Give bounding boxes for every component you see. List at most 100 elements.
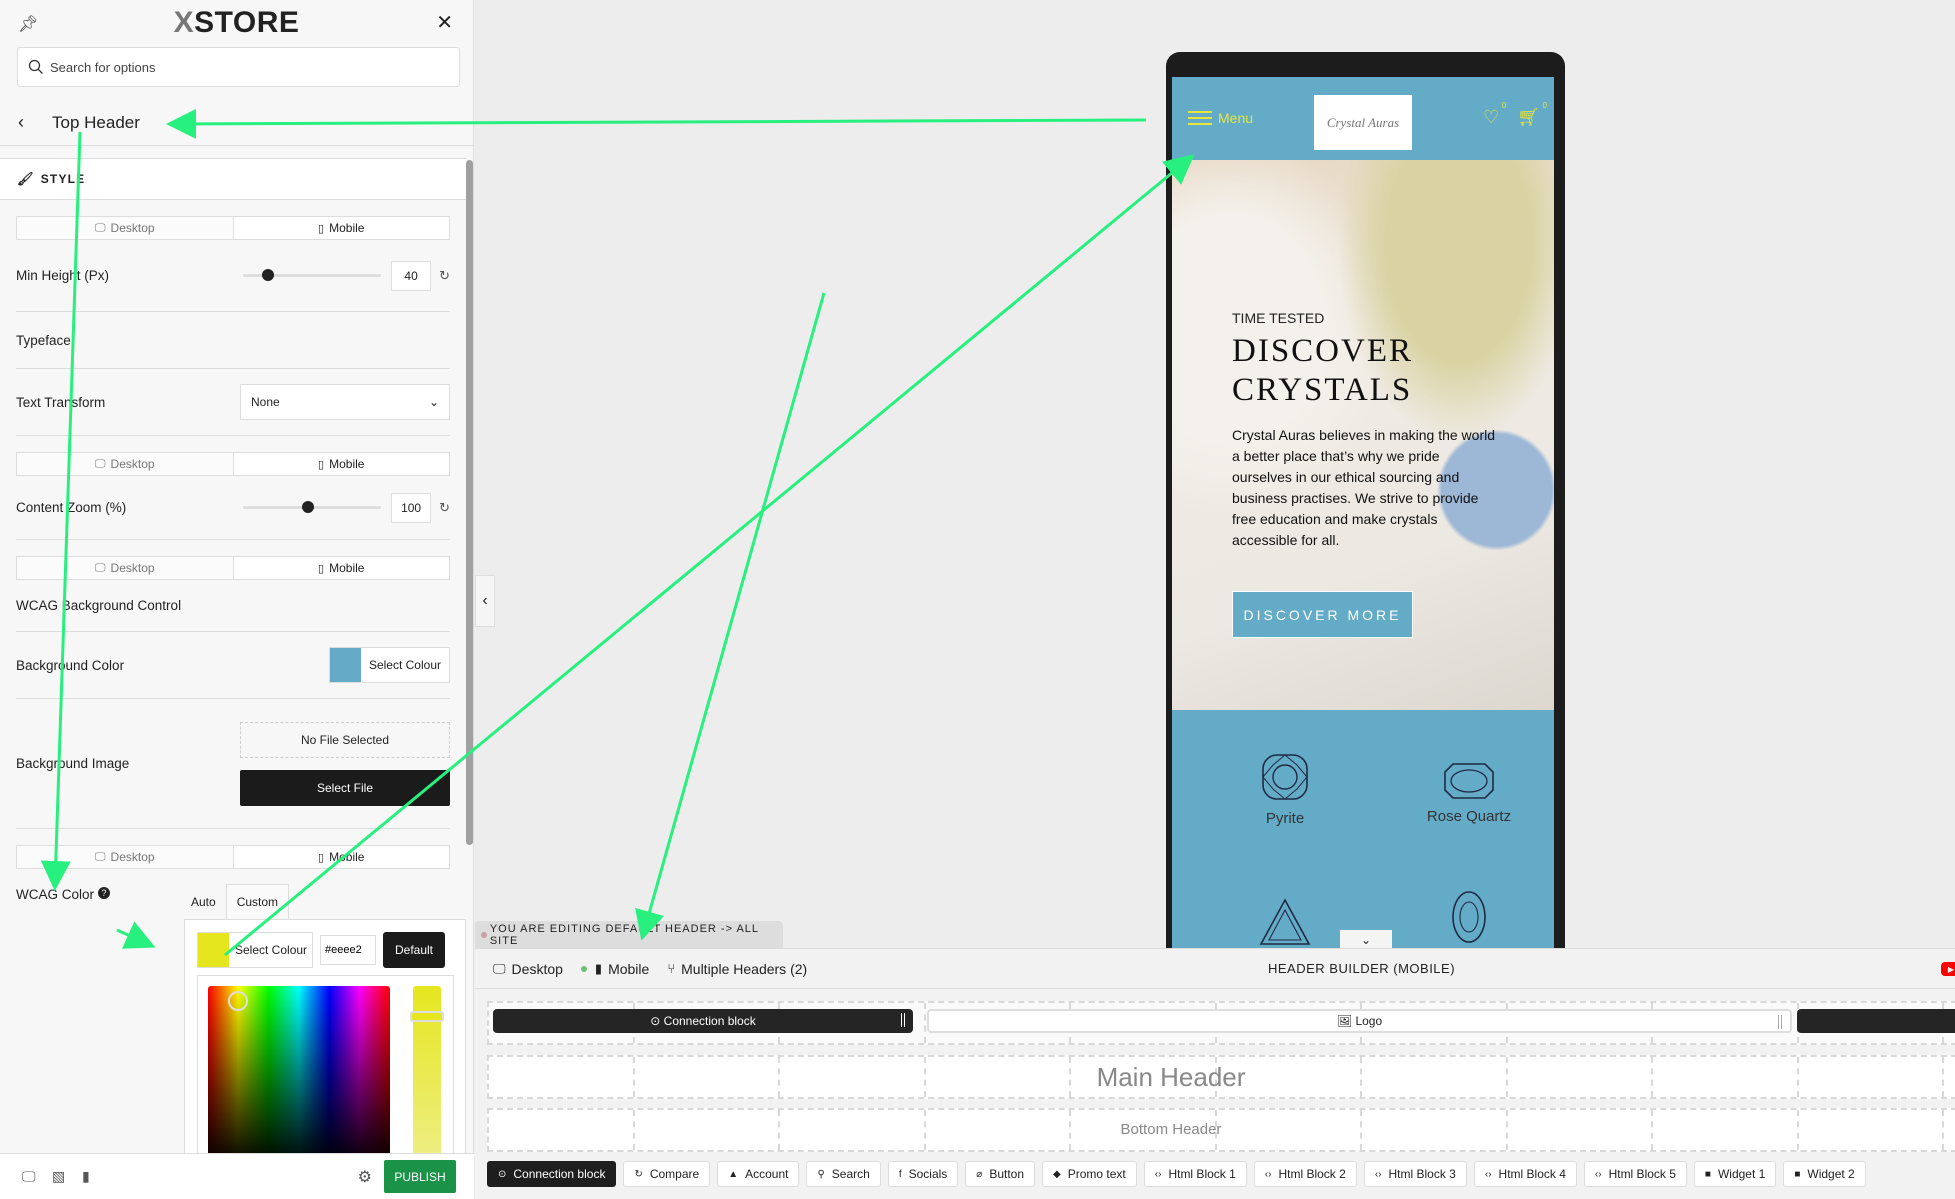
tab-mobile-label: Mobile: [329, 561, 365, 575]
slider-knob[interactable]: [261, 269, 274, 281]
tab-mobile[interactable]: ▯ Mobile: [234, 217, 450, 239]
element-label: Search: [831, 1167, 870, 1181]
menu-button[interactable]: Menu: [1188, 107, 1253, 129]
tab-mobile[interactable]: ▯ Mobile: [234, 453, 450, 475]
drag-handle[interactable]: [901, 1013, 905, 1027]
element-connection-block[interactable]: ⊙ Connection block: [487, 1161, 617, 1187]
discover-more-button[interactable]: DISCOVER MORE: [1232, 591, 1413, 638]
publish-button[interactable]: PUBLISH: [384, 1160, 456, 1193]
element-widget-1[interactable]: ■ Widget 1: [1693, 1161, 1777, 1187]
element-html-block-5[interactable]: ‹› Html Block 5: [1583, 1161, 1687, 1187]
saturation-area[interactable]: [208, 986, 390, 1154]
panel-scrollbar[interactable]: [466, 160, 473, 845]
saturation-handle[interactable]: [228, 991, 248, 1011]
hero-banner: TIME TESTED DISCOVER CRYSTALS Crystal Aur…: [1172, 160, 1554, 710]
main-header-row[interactable]: Main Header: [487, 1055, 1955, 1099]
desktop-icon: 🖵︎: [94, 221, 106, 234]
cart-icon[interactable]: 🛒︎ 0: [1517, 101, 1547, 128]
connection-block[interactable]: ⊙ Connection block: [493, 1009, 913, 1033]
connection-icon: ⊙: [650, 1014, 664, 1028]
youtube-icon[interactable]: ▶: [1941, 962, 1955, 976]
wcag-color-row: WCAG Color? Auto Custom Select Colour De…: [16, 869, 466, 1154]
crystal-item-rose-quartz[interactable]: Rose Quartz: [1414, 762, 1524, 825]
mobile-preview-icon[interactable]: ▮: [82, 1168, 98, 1185]
bg-color-button[interactable]: Select Colour: [328, 647, 450, 683]
tab-desktop[interactable]: 🖵︎ Desktop: [17, 846, 234, 868]
element-search[interactable]: ⚲ Search: [806, 1161, 881, 1187]
style-heading: 🖌︎ STYLE: [0, 158, 466, 200]
builder-tab-desktop-label: Desktop: [511, 960, 563, 977]
crystal-item[interactable]: [1424, 890, 1514, 952]
element-html-block-1[interactable]: ‹› Html Block 1: [1143, 1161, 1247, 1187]
tab-desktop[interactable]: 🖵︎ Desktop: [17, 453, 234, 475]
element-account[interactable]: ▲ Account: [717, 1161, 800, 1187]
tablet-preview-icon[interactable]: ▧: [52, 1168, 68, 1185]
drag-handle[interactable]: [1778, 1015, 1782, 1029]
help-icon[interactable]: ?: [98, 887, 111, 899]
tab-desktop-label: Desktop: [110, 850, 155, 864]
min-height-value[interactable]: 40: [391, 260, 432, 291]
element-html-block-2[interactable]: ‹› Html Block 2: [1253, 1161, 1357, 1187]
element-widget-2[interactable]: ■ Widget 2: [1783, 1161, 1866, 1187]
search-input[interactable]: [50, 59, 430, 75]
wcag-color-button[interactable]: Select Colour: [197, 932, 313, 968]
element-html-block-3[interactable]: ‹› Html Block 3: [1363, 1161, 1467, 1187]
tab-custom[interactable]: Custom: [225, 884, 290, 919]
logo-block[interactable]: 🖼︎ Logo: [927, 1009, 1792, 1033]
hex-input[interactable]: [320, 935, 376, 965]
megaphone-icon: ◆: [1053, 1168, 1061, 1180]
element-html-block-4[interactable]: ‹› Html Block 4: [1473, 1161, 1577, 1187]
search-field[interactable]: [17, 47, 460, 87]
tab-mobile[interactable]: ▯ Mobile: [234, 557, 450, 579]
element-compare[interactable]: ↻ Compare: [623, 1161, 711, 1187]
element-button[interactable]: ⌀ Button: [965, 1161, 1036, 1187]
desktop-preview-icon[interactable]: 🖵︎: [22, 1168, 38, 1185]
content-zoom-value[interactable]: 100: [391, 492, 432, 523]
select-file-button[interactable]: Select File: [240, 769, 450, 806]
reset-icon[interactable]: ↻: [439, 500, 450, 516]
text-transform-select[interactable]: None ⌄: [240, 384, 450, 420]
min-height-label: Min Height (Px): [16, 268, 110, 283]
crystal-name: Pyrite: [1265, 810, 1305, 827]
desktop-icon: 🖵︎: [94, 850, 106, 863]
hue-slider[interactable]: [410, 986, 444, 1154]
text-transform-value: None: [251, 395, 280, 409]
wishlist-heart-icon[interactable]: ♡ 0: [1483, 101, 1506, 128]
builder-tab-multiple-headers[interactable]: ⑂ Multiple Headers (2): [667, 961, 807, 977]
crystal-item-pyrite[interactable]: Pyrite: [1230, 752, 1340, 827]
collapse-panel-button[interactable]: ‹: [475, 575, 495, 627]
gear-icon[interactable]: ⚙: [358, 1167, 372, 1187]
tab-mobile-label: Mobile: [329, 457, 365, 471]
text-transform-label: Text Transform: [16, 394, 106, 410]
tab-desktop[interactable]: 🖵︎ Desktop: [17, 557, 234, 579]
builder-tab-desktop[interactable]: 🖵︎ Desktop: [493, 961, 563, 977]
crystal-item[interactable]: [1240, 898, 1330, 952]
default-button[interactable]: Default: [383, 932, 445, 968]
header-builder: 🖵︎ Desktop ▮ Mobile ⑂ Multiple Headers (2) …: [475, 948, 1955, 1199]
element-promo-text[interactable]: ◆ Promo text: [1042, 1161, 1137, 1187]
content-zoom-slider[interactable]: [243, 501, 382, 513]
section-title: Top Header: [52, 112, 140, 132]
tab-auto[interactable]: Auto: [181, 884, 226, 919]
bottom-header-row[interactable]: Bottom Header: [487, 1108, 1955, 1152]
min-height-slider[interactable]: [243, 269, 382, 281]
tab-desktop[interactable]: 🖵︎ Desktop: [17, 217, 234, 239]
header-block[interactable]: [1797, 1009, 1955, 1033]
site-logo[interactable]: Crystal Auras: [1314, 95, 1412, 150]
element-socials[interactable]: f Socials: [887, 1161, 959, 1187]
slider-knob[interactable]: [302, 501, 315, 513]
back-chevron-icon[interactable]: ‹: [18, 112, 40, 133]
close-icon[interactable]: ✕: [436, 10, 453, 35]
hue-handle[interactable]: [410, 1011, 444, 1022]
site-top-header[interactable]: Menu Crystal Auras ♡ 0 🛒︎ 0: [1172, 77, 1554, 160]
scroll-down-button[interactable]: ⌄: [1340, 930, 1392, 950]
element-label: Html Block 2: [1278, 1167, 1346, 1181]
reset-icon[interactable]: ↻: [439, 268, 450, 284]
compare-icon: ↻: [634, 1168, 643, 1180]
annotation-arrow: [635, 292, 826, 941]
desktop-icon: 🖵︎: [94, 457, 106, 470]
builder-tab-mobile[interactable]: ▮ Mobile: [580, 961, 649, 977]
code-icon: ‹›: [1154, 1168, 1162, 1180]
tab-mobile[interactable]: ▯ Mobile: [234, 846, 450, 868]
builder-title: HEADER BUILDER (MOBILE): [1268, 961, 1456, 976]
